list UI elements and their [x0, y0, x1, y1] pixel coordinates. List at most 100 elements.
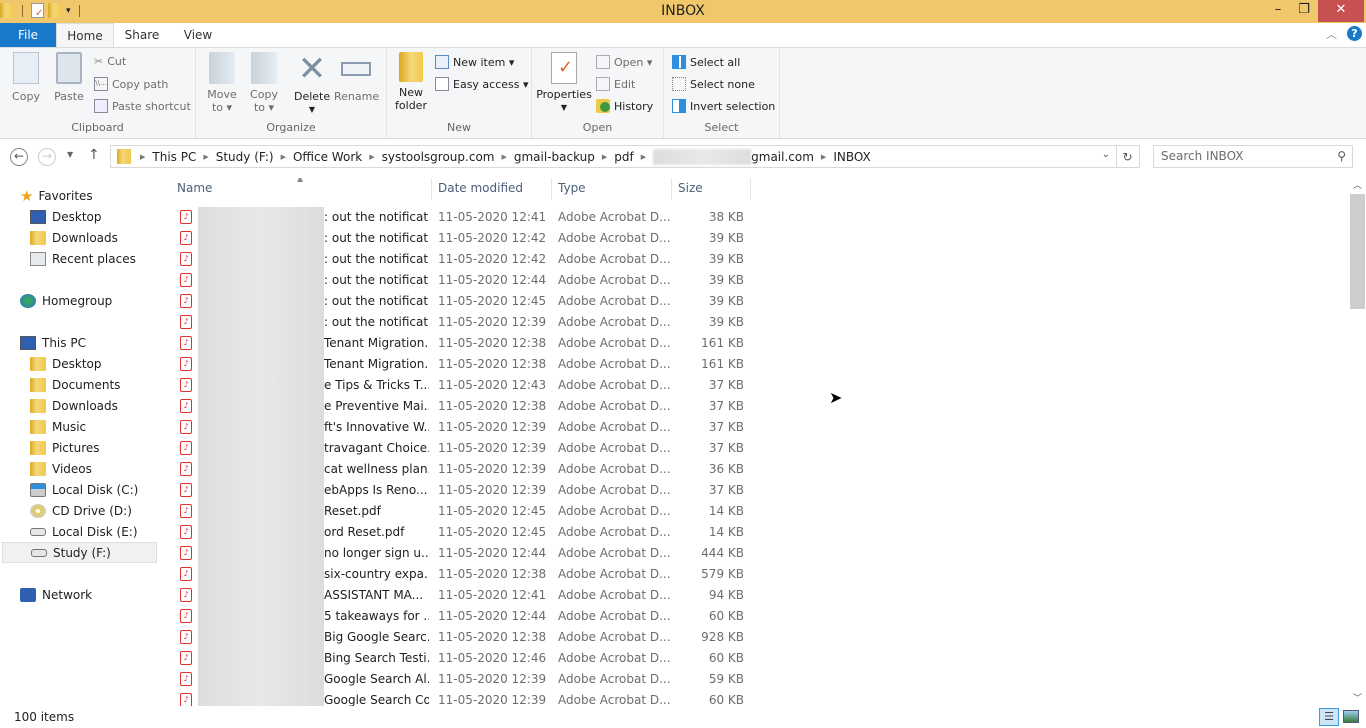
nav-pc-downloads[interactable]: Downloads: [30, 395, 118, 416]
column-divider[interactable]: [671, 178, 672, 200]
edit-button[interactable]: Edit: [596, 77, 635, 91]
maximize-button[interactable]: ❐: [1290, 0, 1318, 22]
breadcrumb-arrow-icon[interactable]: ▶: [369, 153, 374, 161]
file-row[interactable]: ♪ e Tips & Tricks T... 11-05-2020 12:43 Ado…: [158, 375, 758, 396]
tab-home[interactable]: Home: [56, 23, 114, 48]
address-dropdown-icon[interactable]: ⌄: [1102, 149, 1110, 160]
address-bar[interactable]: ▶ This PC ▶ Study (F:) ▶ Office Work ▶ systo…: [110, 145, 1117, 168]
vertical-scrollbar[interactable]: ︿ ﹀: [1349, 178, 1366, 706]
column-header-type[interactable]: Type: [558, 181, 586, 195]
help-icon[interactable]: ?: [1347, 26, 1362, 41]
breadcrumb-office-work[interactable]: Office Work: [293, 150, 362, 164]
column-header-name[interactable]: Name: [177, 181, 212, 195]
large-icons-view-button[interactable]: [1343, 710, 1359, 723]
file-row[interactable]: ♪ Google Search Al... 11-05-2020 12:39 Adob…: [158, 669, 758, 690]
nav-pc-pictures[interactable]: Pictures: [30, 437, 100, 458]
new-item-button[interactable]: New item ▾: [435, 55, 514, 69]
breadcrumb-arrow-icon[interactable]: ▶: [641, 153, 646, 161]
breadcrumb-systoolsgroup[interactable]: systoolsgroup.com: [382, 150, 495, 164]
select-none-button[interactable]: Select none: [672, 77, 755, 91]
search-input[interactable]: Search INBOX ⚲: [1153, 145, 1353, 168]
cut-button[interactable]: ✂ Cut: [94, 55, 126, 68]
breadcrumb-arrow-icon[interactable]: ▶: [140, 153, 145, 161]
paste-button[interactable]: Paste: [50, 52, 88, 103]
file-row[interactable]: ♪ cat wellness plan... 11-05-2020 12:39 Ado…: [158, 459, 758, 480]
nav-favorites[interactable]: ★ Favorites: [20, 185, 93, 206]
nav-cd-drive-d[interactable]: CD Drive (D:): [30, 500, 132, 521]
file-row[interactable]: ♪ Big Google Searc... 11-05-2020 12:38 Adob…: [158, 627, 758, 648]
file-row[interactable]: ♪ ft's Innovative W... 11-05-2020 12:39 Ado…: [158, 417, 758, 438]
collapse-ribbon-icon[interactable]: ︿: [1326, 26, 1337, 42]
close-button[interactable]: ✕: [1318, 0, 1364, 22]
nav-pc-documents[interactable]: Documents: [30, 374, 120, 395]
tab-view[interactable]: View: [178, 23, 218, 47]
file-row[interactable]: ♪ Google Search Co... 11-05-2020 12:39 Adob…: [158, 690, 758, 706]
column-divider[interactable]: [431, 178, 432, 200]
breadcrumb-arrow-icon[interactable]: ▶: [821, 153, 826, 161]
file-row[interactable]: ♪ Bing Search Testi... 11-05-2020 12:46 Ado…: [158, 648, 758, 669]
column-header-size[interactable]: Size: [678, 181, 703, 195]
file-row[interactable]: ♪: out the notificat... 11-05-2020 12:41 A…: [158, 207, 758, 228]
details-view-button[interactable]: ☰: [1319, 708, 1339, 726]
properties-button[interactable]: ✓ Properties ▼: [536, 52, 592, 114]
copy-path-button[interactable]: \\... Copy path: [94, 77, 168, 91]
move-to-button[interactable]: Move to ▾: [204, 52, 240, 114]
history-button[interactable]: History: [596, 99, 653, 113]
column-divider[interactable]: [750, 178, 751, 200]
file-row[interactable]: ♪ ASSISTANT MA... 11-05-2020 12:41 Adobe Ac…: [158, 585, 758, 606]
scroll-down-icon[interactable]: ﹀: [1353, 691, 1362, 704]
breadcrumb-gmail-backup[interactable]: gmail-backup: [514, 150, 595, 164]
open-button[interactable]: Open ▾: [596, 55, 652, 69]
nav-local-disk-e[interactable]: Local Disk (E:): [30, 521, 138, 542]
scroll-up-icon[interactable]: ︿: [1353, 178, 1362, 191]
nav-local-disk-c[interactable]: Local Disk (C:): [30, 479, 138, 500]
file-row[interactable]: ♪ Tenant Migration... 11-05-2020 12:38 Adob…: [158, 354, 758, 375]
breadcrumb-gmail[interactable]: gmail.com: [751, 150, 814, 164]
nav-fav-desktop[interactable]: Desktop: [30, 206, 102, 227]
copy-to-button[interactable]: Copy to ▾: [246, 52, 282, 114]
paste-shortcut-button[interactable]: Paste shortcut: [94, 99, 191, 113]
breadcrumb-arrow-icon[interactable]: ▶: [281, 153, 286, 161]
up-button[interactable]: ↑: [88, 147, 100, 163]
tab-file[interactable]: File: [0, 23, 56, 47]
search-icon[interactable]: ⚲: [1337, 146, 1346, 167]
new-folder-button[interactable]: New folder: [393, 52, 429, 112]
breadcrumb-inbox[interactable]: INBOX: [833, 150, 870, 164]
file-row[interactable]: ♪ Reset.pdf 11-05-2020 12:45 Adobe Acrobat …: [158, 501, 758, 522]
nav-pc-videos[interactable]: Videos: [30, 458, 92, 479]
refresh-button[interactable]: ↻: [1116, 145, 1140, 168]
nav-homegroup[interactable]: Homegroup: [20, 290, 112, 311]
delete-button[interactable]: ✕ Delete ▼: [294, 52, 330, 116]
nav-this-pc[interactable]: This PC: [20, 332, 86, 353]
tab-share[interactable]: Share: [120, 23, 164, 47]
file-row[interactable]: ♪ no longer sign u... 11-05-2020 12:44 Adob…: [158, 543, 758, 564]
column-header-date[interactable]: Date modified: [438, 181, 523, 195]
nav-pc-desktop[interactable]: Desktop: [30, 353, 102, 374]
nav-fav-recent-places[interactable]: Recent places: [30, 248, 136, 269]
file-row[interactable]: ♪ six-country expa... 11-05-2020 12:38 Adob…: [158, 564, 758, 585]
forward-button[interactable]: →: [38, 148, 56, 166]
file-row[interactable]: ♪: out the notificat... 11-05-2020 12:45 A…: [158, 291, 758, 312]
select-all-button[interactable]: Select all: [672, 55, 740, 69]
file-row[interactable]: ♪ Tenant Migration... 11-05-2020 12:38 Adob…: [158, 333, 758, 354]
nav-network[interactable]: Network: [20, 584, 92, 605]
file-row[interactable]: ♪ e Preventive Mai... 11-05-2020 12:38 Adob…: [158, 396, 758, 417]
easy-access-button[interactable]: Easy access ▾: [435, 77, 529, 91]
rename-button[interactable]: Rename: [334, 52, 379, 103]
file-row[interactable]: ♪: out the notificat... 11-05-2020 12:42 A…: [158, 228, 758, 249]
column-divider[interactable]: [551, 178, 552, 200]
breadcrumb-study-f[interactable]: Study (F:): [216, 150, 274, 164]
breadcrumb-this-pc[interactable]: This PC: [152, 150, 196, 164]
file-row[interactable]: ♪: out the notificat... 11-05-2020 12:39 A…: [158, 312, 758, 333]
file-row[interactable]: ♪ ord Reset.pdf 11-05-2020 12:45 Adobe Acro…: [158, 522, 758, 543]
nav-study-f[interactable]: Study (F:): [2, 542, 157, 563]
invert-selection-button[interactable]: Invert selection: [672, 99, 775, 113]
file-row[interactable]: ♪: out the notificat... 11-05-2020 12:44 A…: [158, 270, 758, 291]
file-row[interactable]: ♪ travagant Choice... 11-05-2020 12:39 Adob…: [158, 438, 758, 459]
breadcrumb-arrow-icon[interactable]: ▶: [203, 153, 208, 161]
properties-dropdown-icon[interactable]: ▼: [536, 101, 592, 114]
breadcrumb-arrow-icon[interactable]: ▶: [501, 153, 506, 161]
scrollbar-thumb[interactable]: [1350, 194, 1365, 309]
minimize-button[interactable]: –: [1264, 0, 1292, 22]
recent-locations-icon[interactable]: ▼: [67, 150, 73, 159]
